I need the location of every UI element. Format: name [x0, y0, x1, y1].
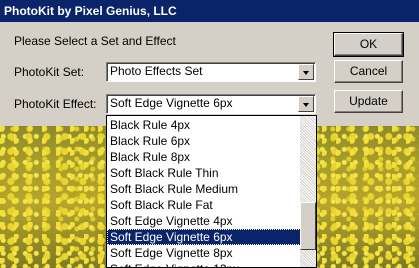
set-dropdown-value: Photo Effects Set — [110, 64, 203, 78]
effect-options: Black Rule 4px Black Rule 6px Black Rule 8… — [107, 117, 301, 267]
update-button[interactable]: Update — [334, 90, 403, 113]
effect-dropdown[interactable]: Soft Edge Vignette 6px — [106, 94, 316, 114]
set-label: PhotoKit Set: — [14, 65, 85, 79]
effect-option[interactable]: Soft Edge Vignette 4px — [107, 213, 301, 229]
effect-dropdown-arrow-icon[interactable] — [298, 96, 314, 112]
effect-option[interactable]: Soft Edge Vignette 6px — [107, 229, 301, 245]
effect-option[interactable]: Black Rule 6px — [107, 133, 301, 149]
ok-button[interactable]: OK — [333, 32, 404, 57]
effect-option[interactable]: Soft Black Rule Fat — [107, 197, 301, 213]
effect-option[interactable]: Soft Edge Vignette 12px — [107, 261, 301, 267]
effect-option[interactable]: Soft Black Rule Medium — [107, 181, 301, 197]
effect-dropdown-list[interactable]: Black Rule 4px Black Rule 6px Black Rule 8… — [106, 115, 317, 268]
dialog-body: Please Select a Set and Effect PhotoKit … — [0, 22, 419, 126]
cancel-button[interactable]: Cancel — [334, 60, 403, 83]
effect-option[interactable]: Black Rule 4px — [107, 117, 301, 133]
list-scrollbar-thumb[interactable] — [300, 202, 316, 250]
effect-dropdown-value: Soft Edge Vignette 6px — [110, 96, 233, 110]
effect-option[interactable]: Soft Edge Vignette 8px — [107, 245, 301, 261]
effect-label: PhotoKit Effect: — [14, 97, 97, 111]
prompt-text: Please Select a Set and Effect — [14, 34, 176, 48]
effect-option[interactable]: Black Rule 8px — [107, 149, 301, 165]
effect-option[interactable]: Soft Black Rule Thin — [107, 165, 301, 181]
set-dropdown-arrow-icon[interactable] — [298, 64, 314, 80]
window-title: PhotoKit by Pixel Genius, LLC — [0, 0, 419, 22]
set-dropdown[interactable]: Photo Effects Set — [106, 62, 316, 82]
